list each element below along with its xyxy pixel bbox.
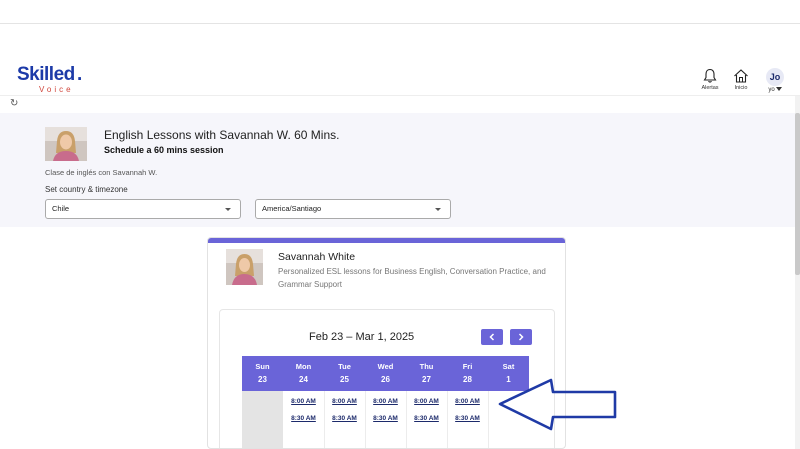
home-icon — [734, 69, 748, 83]
time-slot-fri-0800[interactable]: 8:00 AM — [447, 398, 488, 405]
time-slot-wed-0830[interactable]: 8:30 AM — [365, 415, 406, 422]
user-menu[interactable]: Jo yo — [762, 68, 788, 93]
day-header-mon: Mon 24 — [283, 356, 324, 391]
day-header-wed: Wed 26 — [365, 356, 406, 391]
tutor-photo — [226, 249, 263, 285]
chevron-right-icon — [518, 333, 524, 341]
day-header-tue: Tue 25 — [324, 356, 365, 391]
alerts-button[interactable]: Alertas — [695, 68, 725, 91]
alerts-label: Alertas — [701, 85, 719, 91]
teacher-photo — [45, 127, 87, 161]
day-date: 28 — [463, 375, 472, 384]
time-slot-tue-0800[interactable]: 8:00 AM — [324, 398, 365, 405]
day-name: Thu — [419, 362, 434, 371]
card-accent-bar — [208, 238, 565, 243]
prev-week-button[interactable] — [481, 329, 503, 345]
day-name: Wed — [377, 362, 394, 371]
chevron-left-icon — [489, 333, 495, 341]
skilled-voice-logo[interactable]: Skilled . Voice — [17, 64, 97, 96]
calendar-range: Feb 23 – Mar 1, 2025 — [309, 331, 415, 343]
day-date: 26 — [381, 375, 390, 384]
day-name: Tue — [338, 362, 351, 371]
browser-top-strip — [0, 0, 800, 24]
avatar: Jo — [766, 68, 784, 86]
chevron-down-icon — [435, 208, 441, 211]
session-title: English Lessons with Savannah W. 60 Mins… — [104, 128, 340, 142]
session-subtitle: Schedule a 60 mins session — [104, 145, 224, 155]
day-date: 27 — [422, 375, 431, 384]
caret-down-icon — [775, 87, 782, 92]
home-button[interactable]: Inicio — [726, 68, 756, 91]
bell-icon — [703, 68, 717, 83]
day-name: Mon — [295, 362, 312, 371]
tutor-description: Personalized ESL lessons for Business En… — [278, 267, 546, 289]
day-date: 25 — [340, 375, 349, 384]
logo-dot: . — [77, 64, 83, 85]
logo-main-text: Skilled — [17, 64, 75, 85]
scrollbar-thumb[interactable] — [795, 113, 800, 275]
next-week-button[interactable] — [510, 329, 532, 345]
chevron-down-icon — [225, 208, 231, 211]
app-header: Skilled . Voice Alertas Inicio Jo yo — [0, 60, 800, 96]
column-divider — [488, 391, 489, 448]
timezone-select[interactable]: America/Santiago — [255, 199, 451, 219]
time-slot-tue-0830[interactable]: 8:30 AM — [324, 415, 365, 422]
user-menu-label: yo — [762, 87, 788, 93]
time-slot-thu-0800[interactable]: 8:00 AM — [406, 398, 447, 405]
day-name: Sat — [502, 362, 515, 371]
day-date: 23 — [258, 375, 267, 384]
user-sub-text: yo — [768, 87, 775, 93]
time-slot-wed-0800[interactable]: 8:00 AM — [365, 398, 406, 405]
day-header-sun: Sun 23 — [242, 356, 283, 391]
tutor-name: Savannah White — [278, 251, 356, 263]
day-header-fri: Fri 28 — [447, 356, 488, 391]
day-name: Sun — [255, 362, 270, 371]
day-header-thu: Thu 27 — [406, 356, 447, 391]
country-select[interactable]: Chile — [45, 199, 241, 219]
session-info-band: English Lessons with Savannah W. 60 Mins… — [0, 113, 795, 227]
time-slot-mon-0800[interactable]: 8:00 AM — [283, 398, 324, 405]
timezone-value: America/Santiago — [262, 204, 322, 213]
timezone-label: Set country & timezone — [45, 185, 128, 194]
sunday-unavailable-cell — [242, 391, 283, 448]
refresh-icon[interactable]: ↻ — [10, 98, 18, 109]
session-note: Clase de inglés con Savannah W. — [45, 168, 158, 177]
annotation-arrow — [498, 378, 617, 431]
time-slot-mon-0830[interactable]: 8:30 AM — [283, 415, 324, 422]
time-slot-thu-0830[interactable]: 8:30 AM — [406, 415, 447, 422]
day-name: Fri — [462, 362, 473, 371]
logo-sub-text: Voice — [39, 85, 74, 94]
home-label: Inicio — [734, 85, 748, 91]
day-date: 24 — [299, 375, 308, 384]
time-slot-fri-0830[interactable]: 8:30 AM — [447, 415, 488, 422]
country-value: Chile — [52, 204, 70, 213]
